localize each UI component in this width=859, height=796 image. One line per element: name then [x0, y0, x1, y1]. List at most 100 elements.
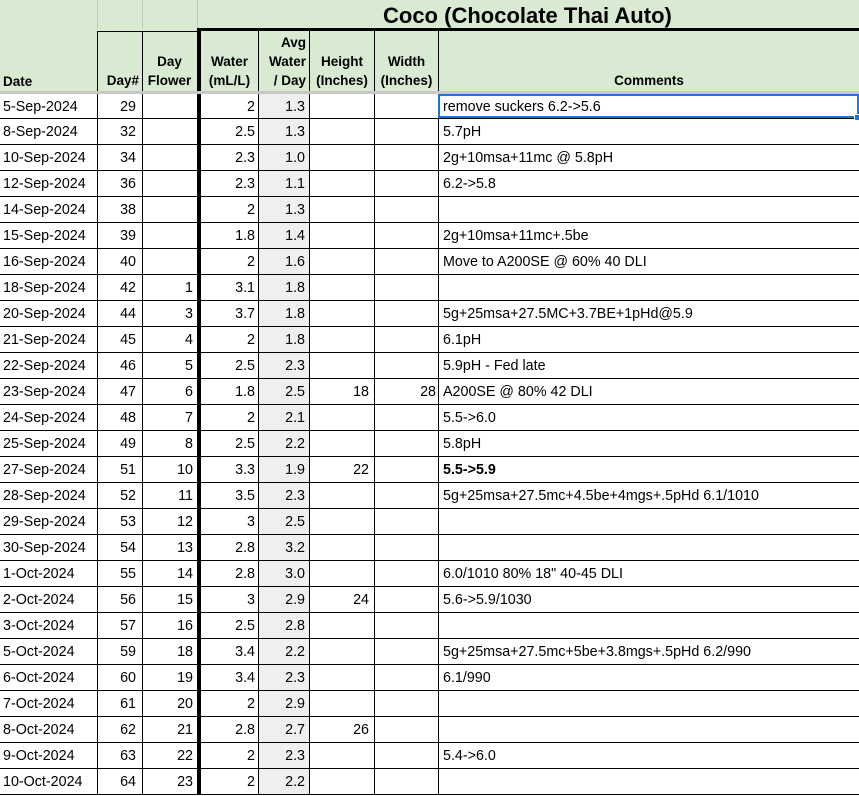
cell-avg-water[interactable]: 2.3 [258, 483, 309, 508]
header-comments[interactable]: Comments [439, 31, 859, 91]
header-water[interactable]: Water (mL/L) [201, 31, 258, 91]
cell-day-flower[interactable]: 7 [142, 405, 197, 430]
cell-width[interactable] [374, 717, 438, 742]
header-day[interactable]: Day# [97, 31, 142, 91]
cell-height[interactable] [309, 405, 374, 430]
cell-day[interactable]: 29 [97, 94, 142, 118]
cell-water[interactable]: 2.5 [197, 431, 258, 456]
cell-width[interactable] [374, 743, 438, 768]
cell-day[interactable]: 52 [97, 483, 142, 508]
cell-height[interactable] [309, 197, 374, 222]
cell-day-flower[interactable]: 1 [142, 275, 197, 300]
cell-avg-water[interactable]: 2.3 [258, 743, 309, 768]
cell-height[interactable]: 22 [309, 457, 374, 482]
cell-width[interactable] [374, 171, 438, 196]
cell-width[interactable] [374, 197, 438, 222]
cell-date[interactable]: 5-Sep-2024 [0, 94, 97, 118]
cell-water[interactable]: 2 [197, 94, 258, 118]
cell-date[interactable]: 10-Sep-2024 [0, 145, 97, 170]
cell-avg-water[interactable]: 2.5 [258, 379, 309, 404]
cell-avg-water[interactable]: 2.5 [258, 509, 309, 534]
cell-comment[interactable]: 5g+25msa+27.5MC+3.7BE+1pHd@5.9 [438, 301, 859, 326]
cell-day-flower[interactable] [142, 145, 197, 170]
cell-water[interactable]: 2 [197, 197, 258, 222]
cell-width[interactable] [374, 223, 438, 248]
cell-water[interactable]: 3.4 [197, 639, 258, 664]
cell-avg-water[interactable]: 1.8 [258, 275, 309, 300]
cell-date[interactable]: 3-Oct-2024 [0, 613, 97, 638]
cell-comment[interactable] [438, 691, 859, 716]
cell-day[interactable]: 56 [97, 587, 142, 612]
cell-date[interactable]: 16-Sep-2024 [0, 249, 97, 274]
cell-day[interactable]: 44 [97, 301, 142, 326]
cell-comment-selected[interactable]: remove suckers 6.2->5.6 [438, 94, 859, 121]
cell-height[interactable] [309, 223, 374, 248]
cell-height[interactable] [309, 743, 374, 768]
cell-height[interactable] [309, 691, 374, 716]
cell-width[interactable] [374, 145, 438, 170]
cell-comment[interactable]: 6.1/990 [438, 665, 859, 690]
cell-height[interactable] [309, 94, 374, 118]
cell-comment[interactable]: 5.4->6.0 [438, 743, 859, 768]
cell-width[interactable] [374, 535, 438, 560]
cell-avg-water[interactable]: 2.2 [258, 769, 309, 794]
cell-avg-water[interactable]: 2.2 [258, 639, 309, 664]
cell-avg-water[interactable]: 1.0 [258, 145, 309, 170]
header-width[interactable]: Width (Inches) [375, 31, 438, 91]
cell-comment[interactable]: 5.5->5.9 [438, 457, 859, 482]
cell-water[interactable]: 3.3 [197, 457, 258, 482]
cell-day-flower[interactable]: 19 [142, 665, 197, 690]
cell-water[interactable]: 2.5 [197, 119, 258, 144]
cell-height[interactable]: 24 [309, 587, 374, 612]
cell-day[interactable]: 51 [97, 457, 142, 482]
cell-day[interactable]: 38 [97, 197, 142, 222]
cell-day-flower[interactable]: 23 [142, 769, 197, 794]
cell-avg-water[interactable]: 2.7 [258, 717, 309, 742]
cell-date[interactable]: 14-Sep-2024 [0, 197, 97, 222]
cell-width[interactable] [374, 691, 438, 716]
cell-day-flower[interactable] [142, 94, 197, 118]
cell-comment[interactable]: 6.0/1010 80% 18" 40-45 DLI [438, 561, 859, 586]
cell-water[interactable]: 2.3 [197, 171, 258, 196]
cell-height[interactable] [309, 249, 374, 274]
cell-water[interactable]: 3 [197, 587, 258, 612]
cell-comment[interactable]: 5.7pH [438, 119, 859, 144]
cell-height[interactable]: 18 [309, 379, 374, 404]
cell-comment[interactable]: 2g+10msa+11mc+.5be [438, 223, 859, 248]
cell-date[interactable]: 5-Oct-2024 [0, 639, 97, 664]
cell-day-flower[interactable]: 18 [142, 639, 197, 664]
cell-width[interactable] [374, 483, 438, 508]
cell-day-flower[interactable]: 12 [142, 509, 197, 534]
cell-date[interactable]: 30-Sep-2024 [0, 535, 97, 560]
cell-width[interactable]: 28 [374, 379, 438, 404]
cell-day[interactable]: 45 [97, 327, 142, 352]
cell-day[interactable]: 40 [97, 249, 142, 274]
cell-height[interactable] [309, 431, 374, 456]
cell-day[interactable]: 60 [97, 665, 142, 690]
cell-day[interactable]: 42 [97, 275, 142, 300]
cell-day-flower[interactable]: 16 [142, 613, 197, 638]
cell-date[interactable]: 8-Sep-2024 [0, 119, 97, 144]
cell-day-flower[interactable] [142, 249, 197, 274]
cell-water[interactable]: 3.1 [197, 275, 258, 300]
cell-avg-water[interactable]: 1.4 [258, 223, 309, 248]
cell-height[interactable] [309, 535, 374, 560]
cell-water[interactable]: 2 [197, 743, 258, 768]
cell-day[interactable]: 32 [97, 119, 142, 144]
cell-height[interactable] [309, 171, 374, 196]
cell-day[interactable]: 39 [97, 223, 142, 248]
cell-comment[interactable]: 2g+10msa+11mc @ 5.8pH [438, 145, 859, 170]
cell-height[interactable] [309, 509, 374, 534]
cell-water[interactable]: 2.5 [197, 353, 258, 378]
cell-day-flower[interactable]: 13 [142, 535, 197, 560]
cell-date[interactable]: 10-Oct-2024 [0, 769, 97, 794]
cell-water[interactable]: 2 [197, 327, 258, 352]
cell-height[interactable] [309, 639, 374, 664]
cell-water[interactable]: 3 [197, 509, 258, 534]
cell-avg-water[interactable]: 2.3 [258, 353, 309, 378]
cell-day-flower[interactable]: 21 [142, 717, 197, 742]
cell-day[interactable]: 34 [97, 145, 142, 170]
cell-height[interactable] [309, 665, 374, 690]
cell-day[interactable]: 53 [97, 509, 142, 534]
cell-comment[interactable] [438, 769, 859, 794]
